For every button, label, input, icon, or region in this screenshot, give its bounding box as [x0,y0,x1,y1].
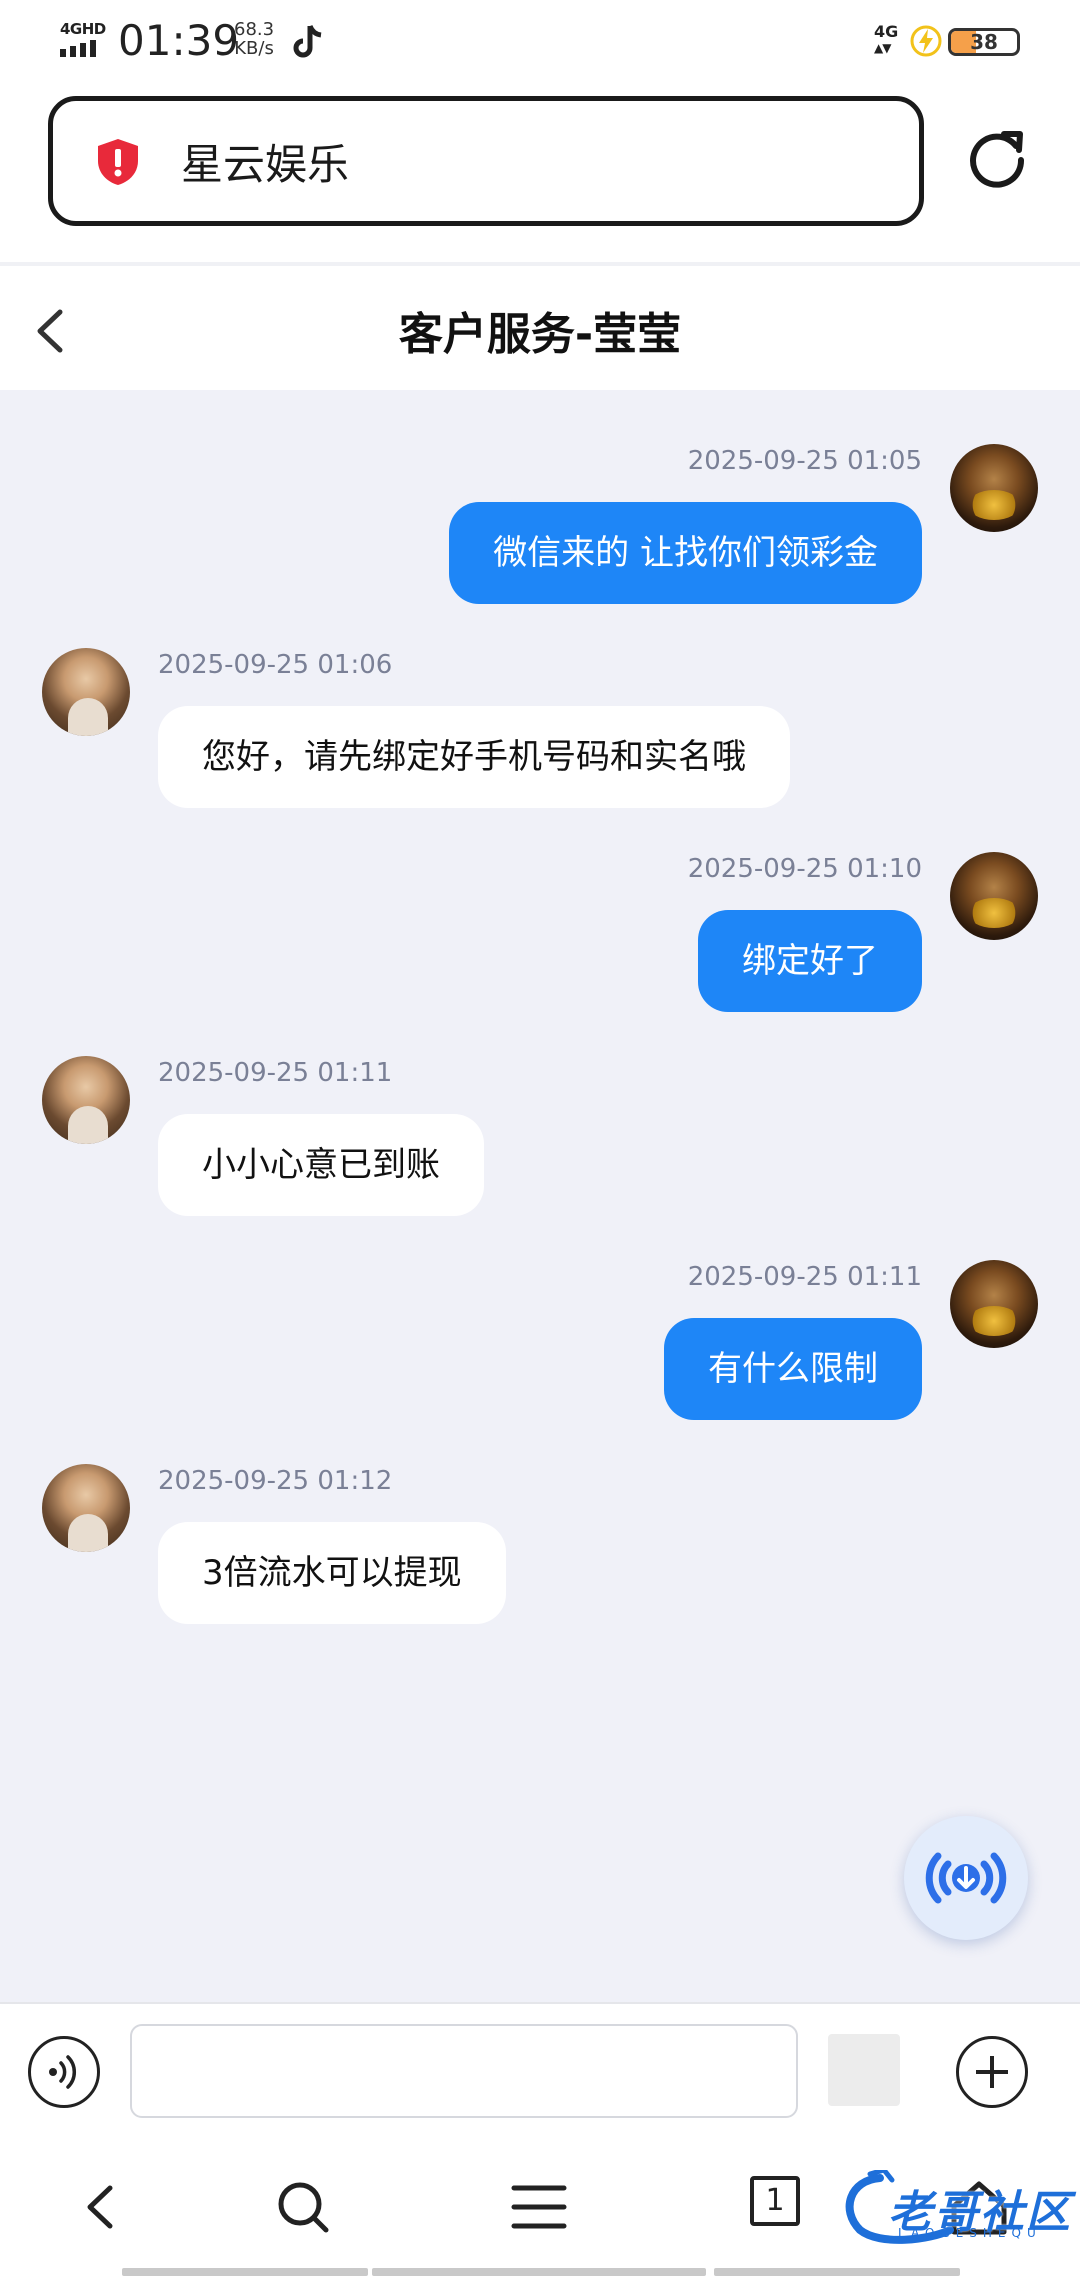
message-timestamp: 2025-09-25 01:11 [158,1058,393,1088]
status-bar: 4GHD 01:39 68.3 KB/s 4G ▲▼ 38 [0,0,1080,86]
cellular-signal-icon: 4GHD [58,20,106,60]
emoji-button[interactable] [828,2034,900,2106]
chat-header: 客户服务-莹莹 [0,262,1080,390]
message-bubble-incoming[interactable]: 小小心意已到账 [158,1114,484,1216]
watermark-logo: 老哥社区 LAOGESHEQU [840,2166,1072,2246]
reload-icon[interactable] [964,124,1030,190]
battery-level: 38 [970,30,998,54]
message-timestamp: 2025-09-25 01:12 [158,1466,393,1496]
message-bubble-incoming[interactable]: 3倍流水可以提现 [158,1522,506,1624]
agent-avatar[interactable] [42,648,130,736]
site-title[interactable]: 星云娱乐 [181,131,349,192]
message-bubble-outgoing[interactable]: 微信来的 让找你们领彩金 [449,502,922,604]
tabs-button[interactable]: 1 [750,2176,800,2226]
network-type: 4GHD [60,20,106,38]
right-network-type: 4G [874,22,899,41]
user-avatar[interactable] [950,1260,1038,1348]
scroll-indicator [122,2268,368,2276]
user-avatar[interactable] [950,852,1038,940]
scroll-indicator [372,2268,706,2276]
voice-icon [49,2055,76,2089]
message-timestamp: 2025-09-25 01:11 [687,1262,922,1292]
menu-icon[interactable] [504,2172,574,2242]
chat-title: 客户服务-莹莹 [398,309,682,360]
watermark-subtext: LAOGESHEQU [898,2226,1042,2240]
address-bar[interactable]: 星云娱乐 [48,96,924,226]
chat-input-bar [0,2002,1080,2132]
speed-unit: KB/s [234,38,274,59]
search-icon[interactable] [268,2172,338,2242]
floating-download-button[interactable] [904,1816,1028,1940]
browser-bottom-nav: 1 老哥社区 LAOGESHEQU [0,2132,1080,2280]
message-bubble-outgoing[interactable]: 有什么限制 [664,1318,922,1420]
clock: 01:39 [118,16,240,65]
shield-alert-icon[interactable] [93,137,143,187]
message-list[interactable]: 2025-09-25 01:05 微信来的 让找你们领彩金 2025-09-25… [0,390,1080,2002]
download-speaker-icon [925,1852,1007,1904]
user-avatar[interactable] [950,444,1038,532]
tiktok-icon [293,25,322,58]
mobile-data-icon: 4G ▲▼ [874,22,899,56]
speed-value: 68.3 [234,19,275,40]
message-bubble-incoming[interactable]: 您好，请先绑定好手机号码和实名哦 [158,706,790,808]
network-speed: 68.3 KB/s [234,20,274,58]
nav-back-icon[interactable] [66,2172,136,2242]
message-bubble-outgoing[interactable]: 绑定好了 [698,910,922,1012]
plus-icon[interactable] [956,2036,1028,2108]
message-input[interactable] [130,2024,798,2118]
agent-avatar[interactable] [42,1056,130,1144]
message-timestamp: 2025-09-25 01:10 [687,854,922,884]
voice-button[interactable] [28,2036,100,2108]
charging-icon [910,25,942,57]
scroll-indicator [714,2268,960,2276]
agent-avatar[interactable] [42,1464,130,1552]
message-timestamp: 2025-09-25 01:05 [687,446,922,476]
battery-icon: 38 [948,28,1020,56]
message-timestamp: 2025-09-25 01:06 [158,650,393,680]
